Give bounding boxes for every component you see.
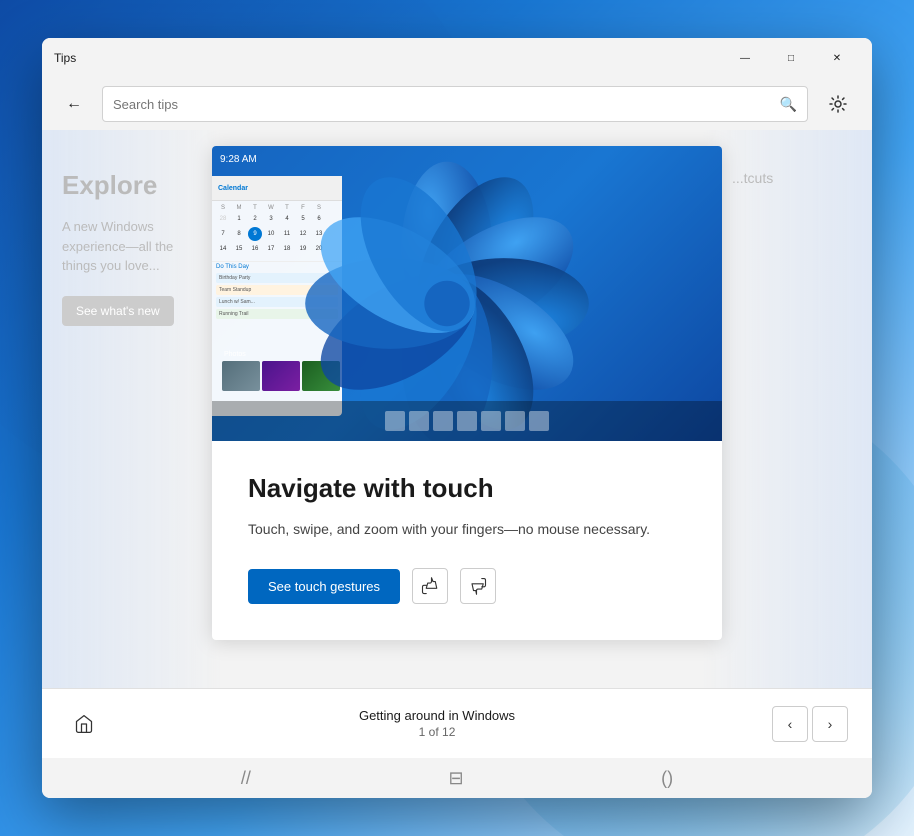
bottom-icon-2: ⊟ <box>448 768 463 789</box>
nav-page: 1 of 12 <box>419 725 456 739</box>
search-input[interactable] <box>113 97 780 112</box>
home-button[interactable] <box>66 706 102 742</box>
window-title: Tips <box>54 51 722 65</box>
prev-card-subtitle: A new Windows experience—all the things … <box>62 217 202 276</box>
thumbs-down-button[interactable] <box>460 568 496 604</box>
prev-page-button[interactable]: ‹ <box>772 706 808 742</box>
content-area: Explore A new Windows experience—all the… <box>42 130 872 688</box>
nav-collection: Getting around in Windows <box>359 708 515 723</box>
minimize-button[interactable]: — <box>722 43 768 73</box>
bottom-icons-row: // ⊟ () <box>42 758 872 798</box>
nav-arrows: ‹ › <box>772 706 848 742</box>
content-wrapper: Explore A new Windows experience—all the… <box>42 130 872 688</box>
toolbar: ← 🔍 <box>42 78 872 130</box>
next-card-title: ...tcuts <box>732 170 852 186</box>
see-touch-gestures-button[interactable]: See touch gestures <box>248 569 400 604</box>
maximize-button[interactable]: □ <box>768 43 814 73</box>
prev-card-hint: Explore A new Windows experience—all the… <box>42 130 222 688</box>
tips-window: Tips — □ ✕ ← 🔍 Explore A new Wi <box>42 38 872 798</box>
window-controls: — □ ✕ <box>722 43 860 73</box>
main-card: 9:28 AM Calendar S M T <box>212 146 722 640</box>
card-actions: See touch gestures <box>248 568 686 604</box>
title-bar: Tips — □ ✕ <box>42 38 872 78</box>
thumbs-up-button[interactable] <box>412 568 448 604</box>
prev-card-button[interactable]: See what's new <box>62 296 174 326</box>
nav-info: Getting around in Windows 1 of 12 <box>102 708 772 739</box>
card-image: 9:28 AM Calendar S M T <box>212 146 722 441</box>
bottom-bar: Getting around in Windows 1 of 12 ‹ › <box>42 688 872 758</box>
prev-card-title: Explore <box>62 170 202 201</box>
card-flower-svg <box>212 156 702 441</box>
bottom-icon-1: // <box>241 768 251 789</box>
settings-button[interactable] <box>820 86 856 122</box>
search-bar: 🔍 <box>102 86 808 122</box>
gear-icon <box>829 95 847 113</box>
next-card-hint: ...tcuts <box>702 130 872 688</box>
screenshot-taskbar <box>212 401 722 441</box>
main-scroll: Explore A new Windows experience—all the… <box>42 130 872 688</box>
thumbs-up-icon <box>421 577 439 595</box>
close-button[interactable]: ✕ <box>814 43 860 73</box>
back-button[interactable]: ← <box>58 88 90 120</box>
card-title: Navigate with touch <box>248 473 686 504</box>
thumbs-down-icon <box>469 577 487 595</box>
card-description: Touch, swipe, and zoom with your fingers… <box>248 518 686 540</box>
bottom-icon-3: () <box>661 768 673 789</box>
search-icon: 🔍 <box>780 96 797 113</box>
card-content: Navigate with touch Touch, swipe, and zo… <box>212 441 722 640</box>
next-page-button[interactable]: › <box>812 706 848 742</box>
home-icon <box>74 714 94 734</box>
